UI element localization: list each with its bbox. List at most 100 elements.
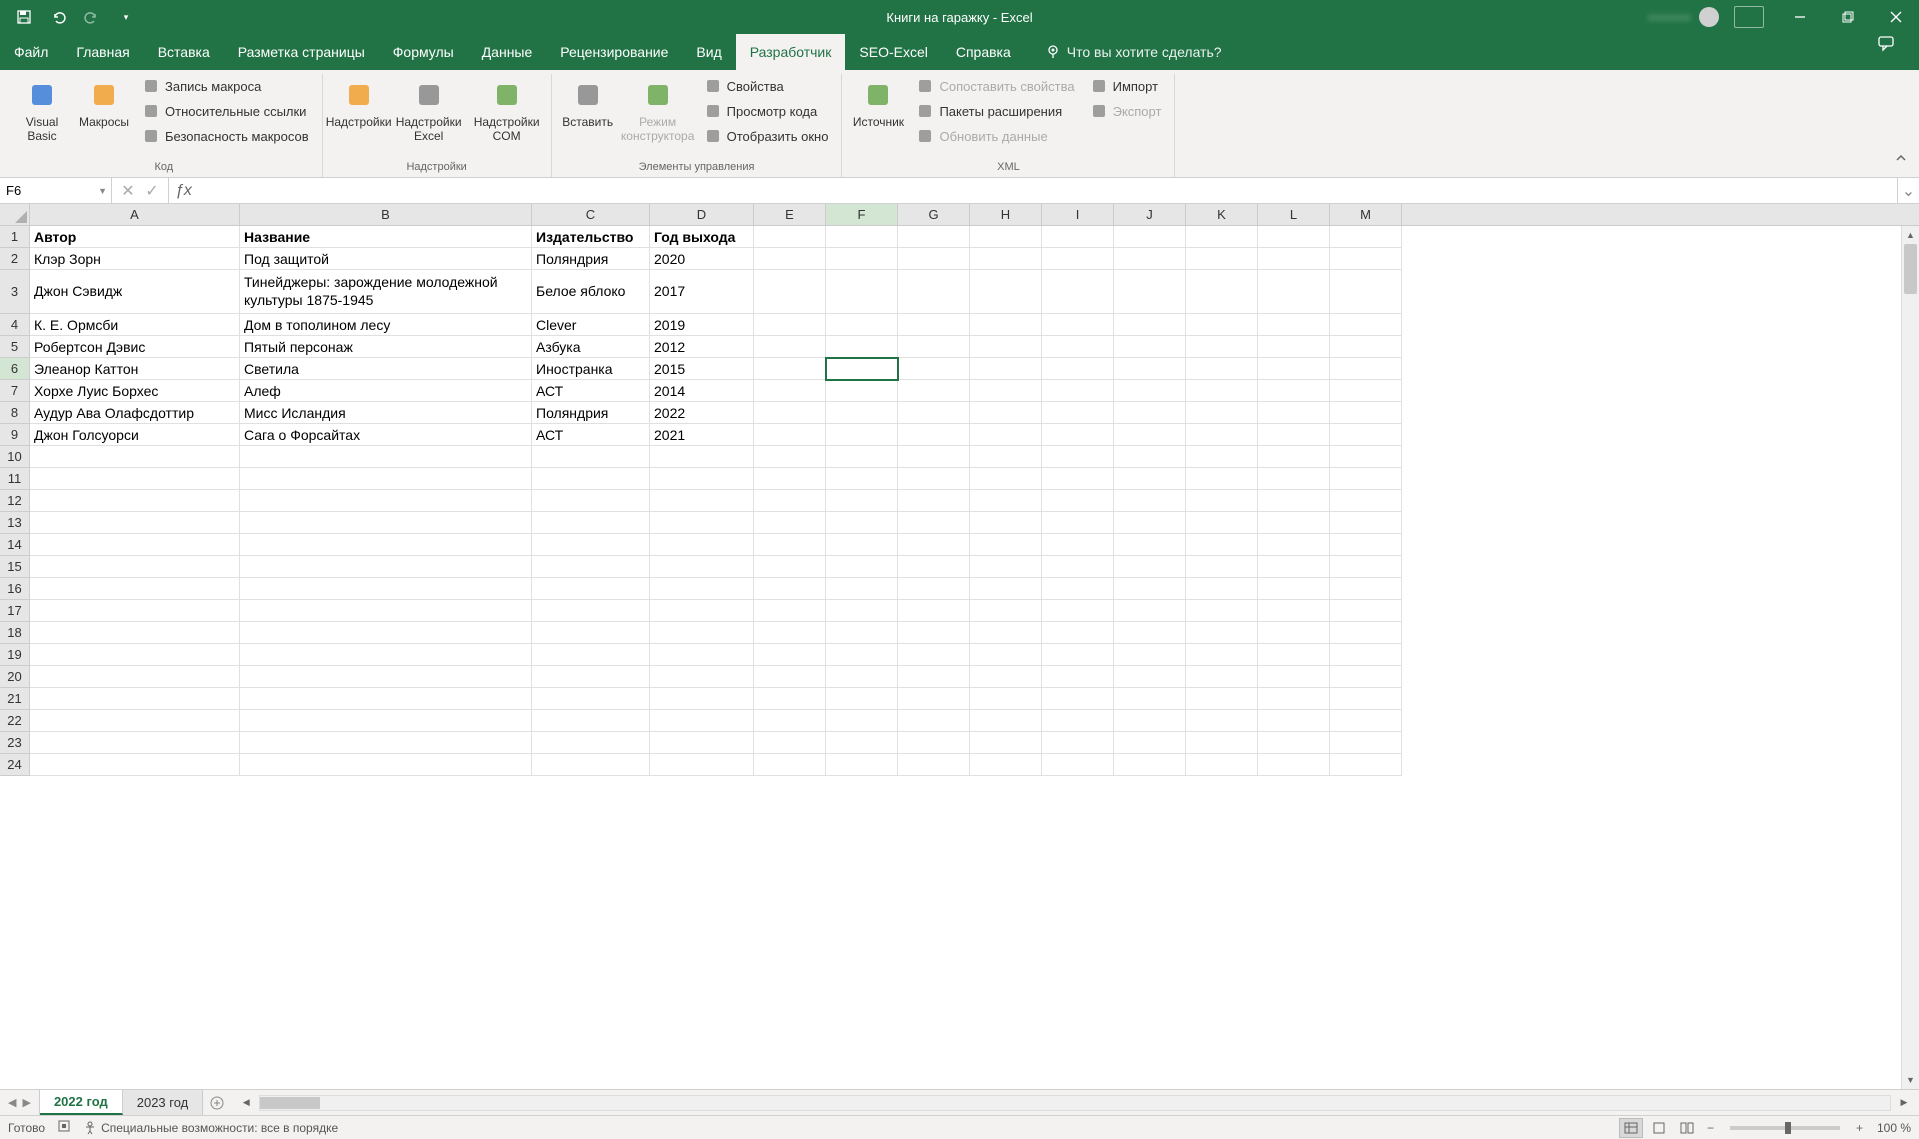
- ribbon-small-Просмотр-кода[interactable]: Просмотр кода: [698, 99, 836, 123]
- cell-B10[interactable]: [240, 446, 532, 468]
- cell-M22[interactable]: [1330, 710, 1402, 732]
- cell-G11[interactable]: [898, 468, 970, 490]
- cell-C14[interactable]: [532, 534, 650, 556]
- cell-H1[interactable]: [970, 226, 1042, 248]
- cell-M13[interactable]: [1330, 512, 1402, 534]
- cell-D16[interactable]: [650, 578, 754, 600]
- cell-M5[interactable]: [1330, 336, 1402, 358]
- cell-C18[interactable]: [532, 622, 650, 644]
- cell-L22[interactable]: [1258, 710, 1330, 732]
- cell-F4[interactable]: [826, 314, 898, 336]
- cell-I4[interactable]: [1042, 314, 1114, 336]
- menu-tab-справка[interactable]: Справка: [942, 34, 1025, 70]
- cell-M18[interactable]: [1330, 622, 1402, 644]
- row-header-20[interactable]: 20: [0, 666, 30, 688]
- cell-E21[interactable]: [754, 688, 826, 710]
- cell-A7[interactable]: Хорхе Луис Борхес: [30, 380, 240, 402]
- cell-C10[interactable]: [532, 446, 650, 468]
- cell-L15[interactable]: [1258, 556, 1330, 578]
- cell-L2[interactable]: [1258, 248, 1330, 270]
- cell-M10[interactable]: [1330, 446, 1402, 468]
- cell-E14[interactable]: [754, 534, 826, 556]
- cell-F18[interactable]: [826, 622, 898, 644]
- cell-G2[interactable]: [898, 248, 970, 270]
- cell-K13[interactable]: [1186, 512, 1258, 534]
- cell-C3[interactable]: Белое яблоко: [532, 270, 650, 314]
- cell-I13[interactable]: [1042, 512, 1114, 534]
- cell-L10[interactable]: [1258, 446, 1330, 468]
- cell-I5[interactable]: [1042, 336, 1114, 358]
- cell-K1[interactable]: [1186, 226, 1258, 248]
- cell-C15[interactable]: [532, 556, 650, 578]
- cell-K5[interactable]: [1186, 336, 1258, 358]
- cell-J17[interactable]: [1114, 600, 1186, 622]
- cell-G7[interactable]: [898, 380, 970, 402]
- ribbon-display-button[interactable]: [1729, 0, 1775, 34]
- cell-J16[interactable]: [1114, 578, 1186, 600]
- cell-I7[interactable]: [1042, 380, 1114, 402]
- cell-B7[interactable]: Алеф: [240, 380, 532, 402]
- cell-D21[interactable]: [650, 688, 754, 710]
- cell-G3[interactable]: [898, 270, 970, 314]
- cell-A2[interactable]: Клэр Зорн: [30, 248, 240, 270]
- collapse-ribbon-button[interactable]: [1893, 150, 1909, 171]
- cell-L11[interactable]: [1258, 468, 1330, 490]
- ribbon-small-Отобразить-окно[interactable]: Отобразить окно: [698, 124, 836, 148]
- cell-B15[interactable]: [240, 556, 532, 578]
- cell-E11[interactable]: [754, 468, 826, 490]
- row-header-7[interactable]: 7: [0, 380, 30, 402]
- cell-H22[interactable]: [970, 710, 1042, 732]
- cell-D24[interactable]: [650, 754, 754, 776]
- cell-K16[interactable]: [1186, 578, 1258, 600]
- cell-K3[interactable]: [1186, 270, 1258, 314]
- cell-L1[interactable]: [1258, 226, 1330, 248]
- cell-A16[interactable]: [30, 578, 240, 600]
- cell-K6[interactable]: [1186, 358, 1258, 380]
- hscroll-left-button[interactable]: ◀: [237, 1097, 255, 1108]
- cell-J6[interactable]: [1114, 358, 1186, 380]
- cell-C2[interactable]: Поляндрия: [532, 248, 650, 270]
- cell-M14[interactable]: [1330, 534, 1402, 556]
- col-header-A[interactable]: A: [30, 204, 240, 225]
- cell-B2[interactable]: Под защитой: [240, 248, 532, 270]
- cell-C7[interactable]: АСТ: [532, 380, 650, 402]
- row-header-24[interactable]: 24: [0, 754, 30, 776]
- cell-A12[interactable]: [30, 490, 240, 512]
- cell-I23[interactable]: [1042, 732, 1114, 754]
- cell-D6[interactable]: 2015: [650, 358, 754, 380]
- cell-H15[interactable]: [970, 556, 1042, 578]
- sheet-nav-prev[interactable]: ◀: [8, 1096, 16, 1109]
- cell-A1[interactable]: Автор: [30, 226, 240, 248]
- cell-B3[interactable]: Тинейджеры: зарождение молодежной культу…: [240, 270, 532, 314]
- name-box[interactable]: F6 ▼: [0, 178, 112, 203]
- cell-B6[interactable]: Светила: [240, 358, 532, 380]
- cell-A9[interactable]: Джон Голсуорси: [30, 424, 240, 446]
- cell-L24[interactable]: [1258, 754, 1330, 776]
- cell-D1[interactable]: Год выхода: [650, 226, 754, 248]
- row-header-6[interactable]: 6: [0, 358, 30, 380]
- close-button[interactable]: [1873, 0, 1919, 34]
- col-header-K[interactable]: K: [1186, 204, 1258, 225]
- cell-D20[interactable]: [650, 666, 754, 688]
- row-header-2[interactable]: 2: [0, 248, 30, 270]
- cell-F8[interactable]: [826, 402, 898, 424]
- cell-L8[interactable]: [1258, 402, 1330, 424]
- cell-M1[interactable]: [1330, 226, 1402, 248]
- cell-C9[interactable]: АСТ: [532, 424, 650, 446]
- cell-L3[interactable]: [1258, 270, 1330, 314]
- formula-expand-button[interactable]: ⌄: [1897, 178, 1919, 203]
- cell-M4[interactable]: [1330, 314, 1402, 336]
- ribbon-small-Импорт[interactable]: Импорт: [1084, 74, 1169, 98]
- cell-D4[interactable]: 2019: [650, 314, 754, 336]
- cell-I8[interactable]: [1042, 402, 1114, 424]
- cell-K19[interactable]: [1186, 644, 1258, 666]
- col-header-H[interactable]: H: [970, 204, 1042, 225]
- fx-icon[interactable]: ƒx: [169, 178, 198, 203]
- menu-tab-разработчик[interactable]: Разработчик: [736, 34, 846, 70]
- cell-C21[interactable]: [532, 688, 650, 710]
- cell-D22[interactable]: [650, 710, 754, 732]
- cell-C19[interactable]: [532, 644, 650, 666]
- cell-G13[interactable]: [898, 512, 970, 534]
- row-header-12[interactable]: 12: [0, 490, 30, 512]
- cell-F2[interactable]: [826, 248, 898, 270]
